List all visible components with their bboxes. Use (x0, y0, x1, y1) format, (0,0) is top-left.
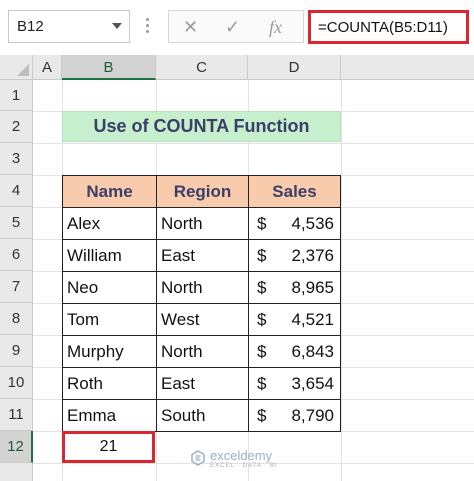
region-cell[interactable]: North (156, 207, 249, 240)
column-header-a[interactable]: A (33, 55, 62, 80)
cancel-icon[interactable]: ✕ (183, 17, 198, 38)
currency-symbol: $ (257, 374, 267, 393)
row-header-5[interactable]: 5 (0, 207, 33, 239)
sales-cell[interactable]: $6,843 (248, 335, 341, 368)
sales-cell[interactable]: $8,965 (248, 271, 341, 304)
region-cell[interactable]: South (156, 399, 249, 432)
name-box-value: B12 (17, 18, 44, 35)
chevron-down-icon[interactable] (112, 23, 122, 29)
gridline (33, 143, 474, 144)
sales-amount: 3,654 (291, 374, 334, 393)
enter-icon[interactable]: ✓ (225, 17, 240, 38)
row-header-1[interactable]: 1 (0, 80, 33, 111)
title-cell[interactable]: Use of COUNTA Function (62, 111, 341, 142)
currency-symbol: $ (257, 214, 267, 233)
result-cell[interactable]: 21 (62, 431, 155, 463)
name-cell[interactable]: Murphy (62, 335, 157, 368)
name-cell[interactable]: Tom (62, 303, 157, 336)
header-cell-sales[interactable]: Sales (248, 175, 341, 208)
sales-amount: 4,536 (291, 214, 334, 233)
name-cell[interactable]: Alex (62, 207, 157, 240)
exceldemy-logo-icon (191, 450, 205, 466)
sales-amount: 8,965 (291, 278, 334, 297)
name-cell[interactable]: Emma (62, 399, 157, 432)
sales-amount: 8,790 (291, 406, 334, 425)
region-cell[interactable]: West (156, 303, 249, 336)
column-header-d[interactable]: D (248, 55, 341, 80)
formula-input[interactable]: =COUNTA(B5:D11) (308, 10, 469, 44)
row-header-12[interactable]: 12 (0, 431, 33, 463)
column-header-c[interactable]: C (156, 55, 248, 80)
row-header-13 (0, 463, 33, 481)
currency-symbol: $ (257, 310, 267, 329)
row-header-3[interactable]: 3 (0, 143, 33, 175)
watermark: exceldemy EXCEL · DATA · BI (190, 448, 290, 474)
region-cell[interactable]: North (156, 335, 249, 368)
sales-amount: 2,376 (291, 246, 334, 265)
currency-symbol: $ (257, 342, 267, 361)
row-header-11[interactable]: 11 (0, 399, 33, 431)
region-cell[interactable]: North (156, 271, 249, 304)
gridline (341, 80, 342, 481)
select-all-button[interactable] (0, 55, 33, 80)
name-cell[interactable]: Roth (62, 367, 157, 400)
sales-cell[interactable]: $4,536 (248, 207, 341, 240)
row-header-7[interactable]: 7 (0, 271, 33, 303)
currency-symbol: $ (257, 246, 267, 265)
row-header-10[interactable]: 10 (0, 367, 33, 399)
sales-cell[interactable]: $8,790 (248, 399, 341, 432)
sales-cell[interactable]: $2,376 (248, 239, 341, 272)
currency-symbol: $ (257, 406, 267, 425)
region-cell[interactable]: East (156, 367, 249, 400)
sales-amount: 6,843 (291, 342, 334, 361)
name-cell[interactable]: Neo (62, 271, 157, 304)
insert-function-icon[interactable]: fx (269, 17, 282, 38)
header-cell-region[interactable]: Region (156, 175, 249, 208)
sales-cell[interactable]: $3,654 (248, 367, 341, 400)
name-box[interactable]: B12 (8, 10, 130, 43)
name-cell[interactable]: William (62, 239, 157, 272)
currency-symbol: $ (257, 278, 267, 297)
row-header-9[interactable]: 9 (0, 335, 33, 367)
sales-cell[interactable]: $4,521 (248, 303, 341, 336)
formula-buttons: ✕ ✓ fx (168, 10, 304, 43)
region-cell[interactable]: East (156, 239, 249, 272)
row-header-6[interactable]: 6 (0, 239, 33, 271)
sales-amount: 4,521 (291, 310, 334, 329)
header-cell-name[interactable]: Name (62, 175, 157, 208)
watermark-name: exceldemy (210, 448, 273, 463)
formula-text: =COUNTA(B5:D11) (318, 19, 448, 36)
column-header-b[interactable]: B (62, 55, 156, 80)
select-all-icon (17, 64, 29, 76)
watermark-tagline: EXCEL · DATA · BI (210, 463, 278, 469)
row-header-2[interactable]: 2 (0, 111, 33, 143)
row-header-8[interactable]: 8 (0, 303, 33, 335)
column-header-blank (341, 55, 474, 80)
drag-handle-icon[interactable] (145, 15, 151, 39)
row-header-4[interactable]: 4 (0, 175, 33, 207)
